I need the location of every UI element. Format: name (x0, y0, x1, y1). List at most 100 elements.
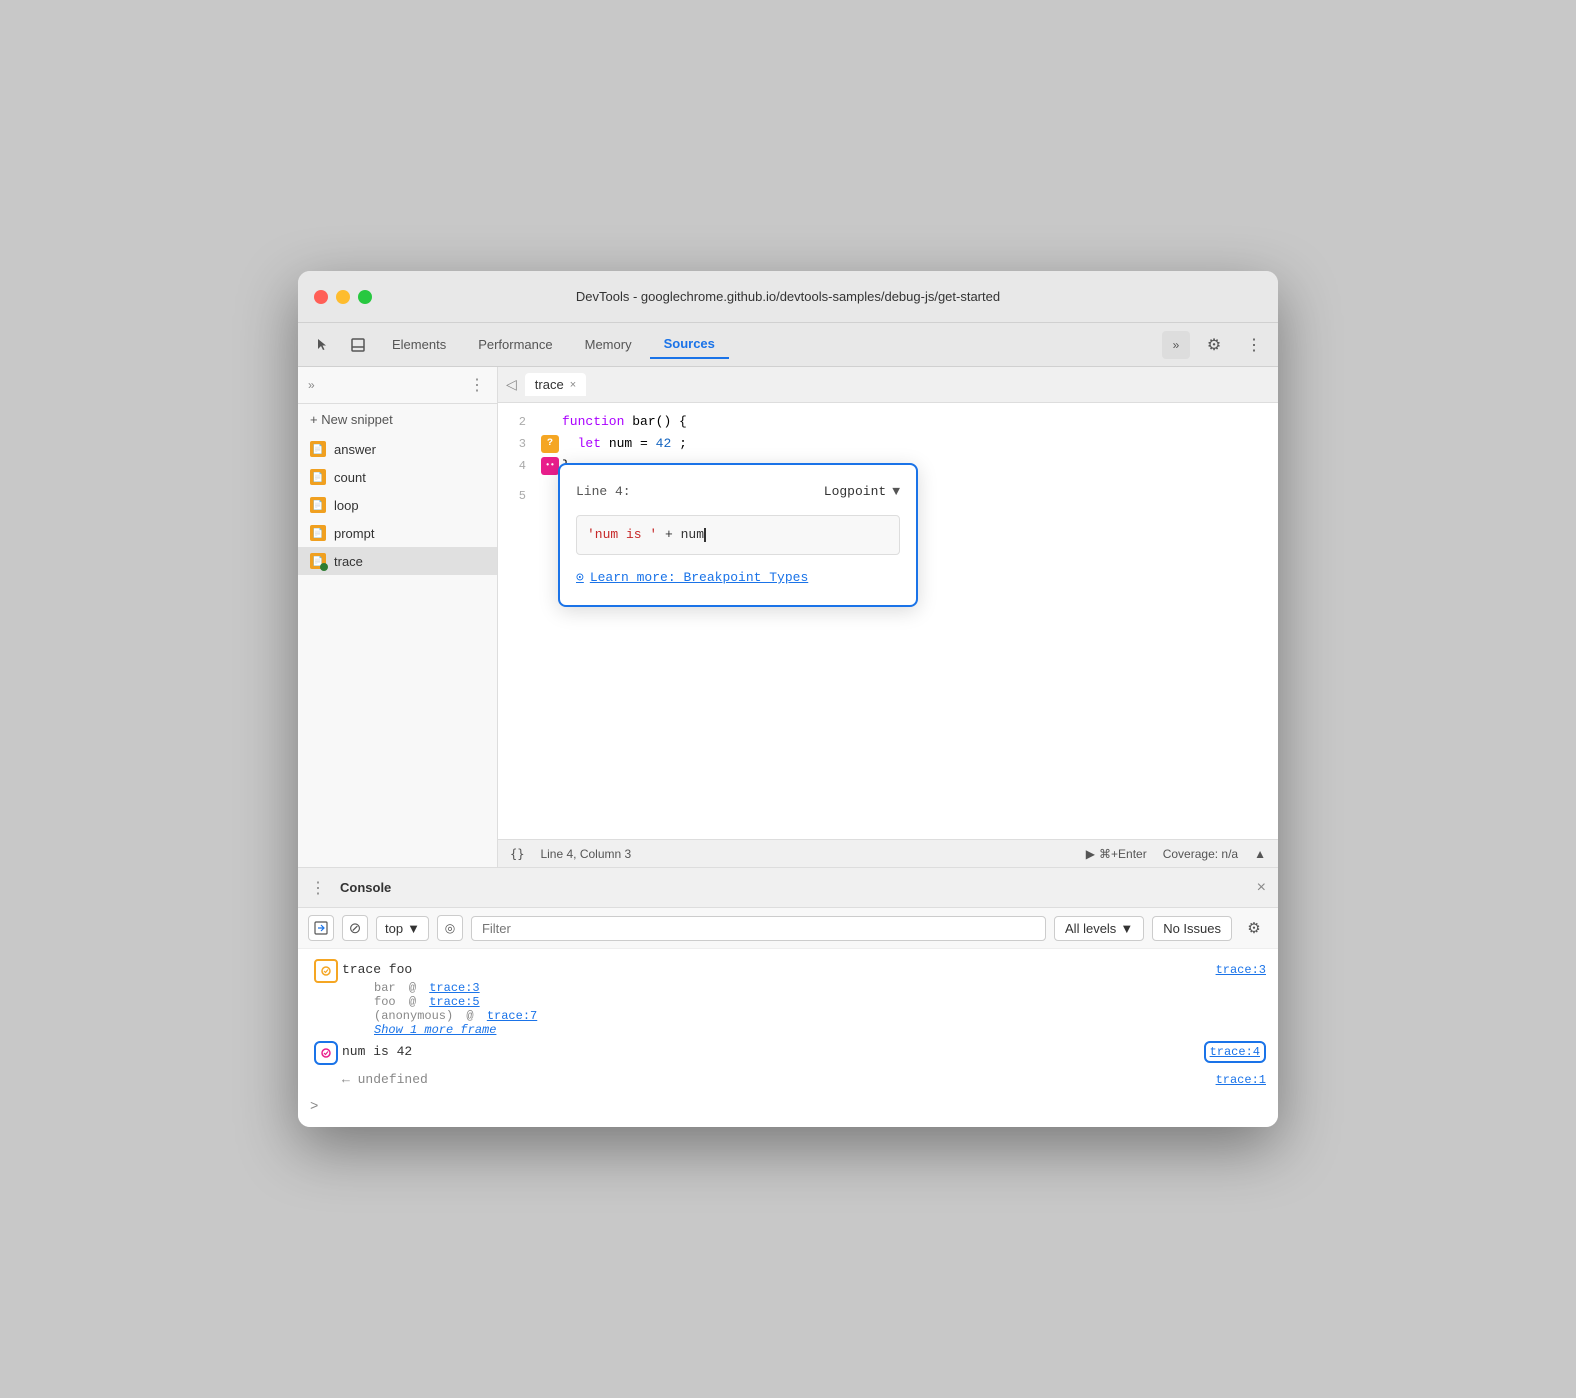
code-panel-icon[interactable]: ◁ (506, 376, 517, 393)
snippet-file-icon: 📄 (310, 553, 326, 569)
console-trace-message: trace foo (342, 959, 1216, 981)
code-text-3: let num = 42 ; (562, 433, 1278, 455)
logpoint-indicator-orange (310, 959, 342, 983)
show-more-row: Show 1 more frame (374, 1023, 1266, 1037)
console-at-bar: @ (409, 981, 416, 995)
title-bar: DevTools - googlechrome.github.io/devtoo… (298, 271, 1278, 323)
tab-performance[interactable]: Performance (464, 331, 566, 358)
trace-foo-label: foo (374, 995, 396, 1009)
screenshot-icon[interactable]: ▲ (1254, 847, 1266, 861)
logpoint-input[interactable]: 'num is ' + num (576, 515, 900, 555)
snippet-file-icon: 📄 (310, 469, 326, 485)
logpoint-line-label: Line 4: (576, 481, 631, 503)
console-settings-icon[interactable]: ⚙ (1240, 914, 1268, 942)
tab-bar-right: » ⚙ ⋮ (1162, 329, 1270, 361)
logpoint-dropdown-icon[interactable]: ▼ (892, 481, 900, 503)
tab-sources[interactable]: Sources (650, 330, 729, 359)
no-issues-button[interactable]: No Issues (1152, 916, 1232, 941)
new-snippet-button[interactable]: + New snippet (298, 404, 497, 435)
trace-bar-row: bar @ trace:3 (374, 981, 1266, 995)
console-section: ⋮ Console × ⊘ top ▼ ◎ All levels ▼ (298, 867, 1278, 1127)
cursor-position: Line 4, Column 3 (540, 847, 631, 861)
trace-foo-row: foo @ trace:5 (374, 995, 1266, 1009)
console-num-source[interactable]: trace:4 (1204, 1041, 1266, 1063)
clear-console-icon[interactable]: ⊘ (342, 915, 368, 941)
settings-icon[interactable]: ⚙ (1198, 329, 1230, 361)
console-undefined-source[interactable]: trace:1 (1216, 1073, 1266, 1087)
sidebar-header: » ⋮ (298, 367, 497, 404)
code-text-2: function bar() { (562, 411, 1278, 433)
filter-input[interactable] (471, 916, 1046, 941)
code-content: 2 function bar() { 3 ? let num = (498, 403, 1278, 839)
sidebar-collapse-icon[interactable]: » (308, 378, 315, 392)
console-trace-source[interactable]: trace:3 (1216, 963, 1266, 977)
trace-link-anon[interactable]: trace:7 (487, 1009, 537, 1023)
all-levels-arrow-icon: ▼ (1120, 921, 1133, 936)
toggle-drawer-icon[interactable] (342, 329, 374, 361)
code-tab-close-icon[interactable]: × (570, 379, 576, 391)
breakpoint-badge-pink[interactable]: •• (541, 457, 559, 475)
sidebar-item-answer[interactable]: 📄 answer (298, 435, 497, 463)
console-undefined-content: ← undefined trace:1 (342, 1069, 1266, 1091)
more-tabs-icon[interactable]: » (1162, 331, 1190, 359)
code-tab-trace[interactable]: trace × (525, 373, 586, 396)
run-button[interactable]: ▶ ⌘+Enter (1086, 847, 1147, 861)
prompt-arrow-icon: > (310, 1099, 318, 1115)
close-button[interactable] (314, 290, 328, 304)
maximize-button[interactable] (358, 290, 372, 304)
sidebar-item-label: trace (334, 554, 363, 569)
snippet-file-icon: 📄 (310, 497, 326, 513)
logpoint-popup: Line 4: Logpoint ▼ 'num is ' + num ⊙ Lea… (558, 463, 918, 607)
console-title: Console (340, 880, 391, 895)
logpoint-orange-icon (314, 959, 338, 983)
learn-more-link[interactable]: ⊙ Learn more: Breakpoint Types (576, 567, 900, 589)
status-bar: {} Line 4, Column 3 ▶ ⌘+Enter Coverage: … (498, 839, 1278, 867)
code-line-2: 2 function bar() { (498, 411, 1278, 433)
window-title: DevTools - googlechrome.github.io/devtoo… (576, 289, 1000, 304)
console-num-content: num is 42 trace:4 (342, 1041, 1266, 1063)
logpoint-pink-icon (314, 1041, 338, 1065)
execute-context-icon[interactable] (308, 915, 334, 941)
tab-elements[interactable]: Elements (378, 331, 460, 358)
console-row-undefined: ← undefined trace:1 (298, 1067, 1278, 1095)
sidebar-item-trace[interactable]: 📄 trace (298, 547, 497, 575)
console-content: trace foo trace:3 bar @ trace:3 foo @ tr… (298, 949, 1278, 1127)
logpoint-type-selector[interactable]: Logpoint ▼ (824, 481, 900, 503)
sidebar-item-prompt[interactable]: 📄 prompt (298, 519, 497, 547)
console-drag-icon[interactable]: ⋮ (310, 878, 328, 898)
all-levels-dropdown[interactable]: All levels ▼ (1054, 916, 1144, 941)
logpoint-plus-part: + num (657, 527, 704, 542)
trace-link-foo[interactable]: trace:5 (429, 995, 479, 1009)
sidebar-item-count[interactable]: 📄 count (298, 463, 497, 491)
context-selector[interactable]: top ▼ (376, 916, 429, 941)
sidebar-more-icon[interactable]: ⋮ (469, 375, 487, 395)
sidebar-item-label: count (334, 470, 366, 485)
minimize-button[interactable] (336, 290, 350, 304)
console-undefined-message: ← undefined (342, 1069, 1216, 1091)
breakpoint-badge-orange[interactable]: ? (541, 435, 559, 453)
code-punctuation: ; (679, 436, 687, 451)
code-tab-label: trace (535, 377, 564, 392)
code-editor: ◁ trace × 2 function bar() { (498, 367, 1278, 867)
main-content: » ⋮ + New snippet 📄 answer 📄 count 📄 loo… (298, 367, 1278, 867)
line-number-5: 5 (498, 485, 538, 507)
code-tab-bar: ◁ trace × (498, 367, 1278, 403)
trace-bar-label: bar (374, 981, 396, 995)
line-gutter-3: ? (538, 435, 562, 453)
tab-memory[interactable]: Memory (571, 331, 646, 358)
sidebar-item-label: loop (334, 498, 359, 513)
sidebar-item-loop[interactable]: 📄 loop (298, 491, 497, 519)
snippet-file-icon: 📄 (310, 525, 326, 541)
trace-link-bar[interactable]: trace:3 (429, 981, 479, 995)
cursor-icon[interactable] (306, 329, 338, 361)
snippet-file-icon: 📄 (310, 441, 326, 457)
console-close-icon[interactable]: × (1257, 879, 1266, 897)
console-toolbar: ⊘ top ▼ ◎ All levels ▼ No Issues ⚙ (298, 908, 1278, 949)
sidebar: » ⋮ + New snippet 📄 answer 📄 count 📄 loo… (298, 367, 498, 867)
more-options-icon[interactable]: ⋮ (1238, 329, 1270, 361)
show-more-link[interactable]: Show 1 more frame (374, 1023, 496, 1037)
live-expressions-icon[interactable]: ◎ (437, 915, 463, 941)
context-label: top (385, 921, 403, 936)
format-icon[interactable]: {} (510, 847, 524, 861)
logpoint-indicator-pink (310, 1041, 342, 1065)
